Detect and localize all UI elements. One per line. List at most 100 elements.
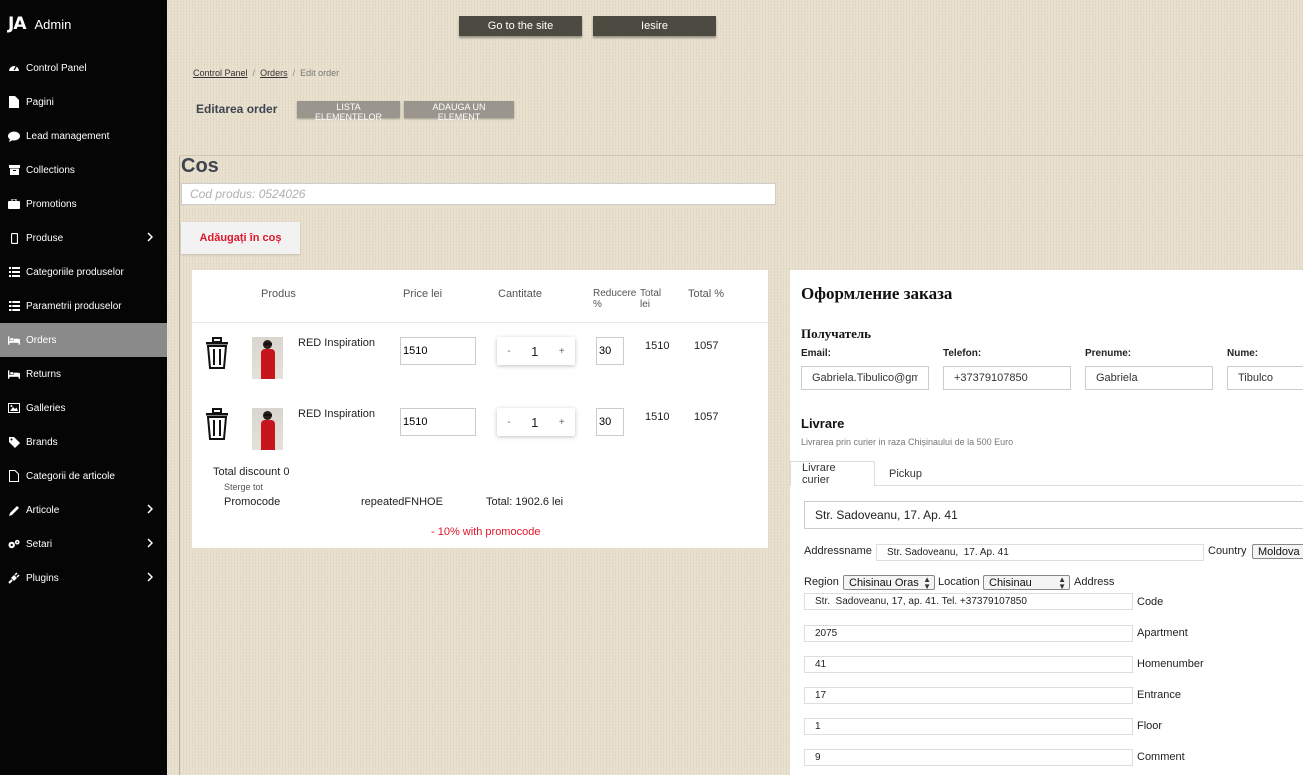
homenumber-label: Homenumber (1137, 658, 1204, 670)
exit-button[interactable]: Iesire (593, 16, 716, 36)
sidebar-item-lead-management[interactable]: Lead management (0, 119, 167, 153)
sidebar-item-brands[interactable]: Brands (0, 425, 167, 459)
sidebar-item-articole[interactable]: Articole (0, 493, 167, 527)
column-header-total-percent: Total % (688, 288, 725, 300)
code-label: Code (1137, 596, 1164, 608)
breadcrumb-separator: / (292, 68, 296, 78)
location-value: Chisinau (989, 576, 1032, 589)
content-divider (180, 155, 1303, 156)
breadcrumb-control-panel[interactable]: Control Panel (193, 68, 248, 78)
sidebar-item-produse[interactable]: Produse (0, 221, 167, 255)
sidebar-item-label: Categoriile produselor (26, 266, 124, 278)
location-select[interactable]: Chisinau ▲ ▼ (983, 575, 1070, 591)
product-name[interactable]: RED Inspiration (298, 408, 375, 420)
cart-row: RED Inspiration - 1 + 1510 1057 (192, 325, 768, 385)
delivery-title: Livrare (801, 416, 845, 431)
code-field[interactable] (804, 625, 1133, 642)
tab-courier-delivery[interactable]: Livrare curier (790, 461, 875, 486)
sidebar-item-label: Lead management (26, 130, 110, 142)
sidebar-item-categoriile-produselor[interactable]: Categoriile produselor (0, 255, 167, 289)
column-header-price: Price lei (403, 288, 443, 300)
quantity-increment-button[interactable]: + (559, 417, 565, 428)
country-label: Country (1208, 545, 1247, 557)
sidebar-item-label: Brands (26, 436, 58, 448)
quantity-value[interactable]: 1 (531, 415, 538, 430)
address-main-field[interactable] (804, 501, 1303, 529)
floor-field[interactable] (804, 749, 1133, 766)
checkout-title: Оформление заказа (801, 284, 953, 303)
archive-icon (8, 164, 20, 176)
entrance-field[interactable] (804, 718, 1133, 735)
row-total: 1510 (645, 340, 670, 352)
sidebar-item-parametrii-produselor[interactable]: Parametrii produselor (0, 289, 167, 323)
breadcrumb-orders[interactable]: Orders (260, 68, 288, 78)
entrance-label: Entrance (1137, 689, 1182, 701)
lastname-field[interactable] (1227, 366, 1303, 390)
comment-label: Comment (1137, 751, 1185, 763)
bed-icon (8, 368, 20, 380)
sidebar-item-label: Collections (26, 164, 75, 176)
tab-pickup[interactable]: Pickup (878, 461, 933, 486)
add-element-button[interactable]: ADAUGA UN ELEMENT (404, 101, 514, 122)
location-label: Location (938, 576, 980, 588)
email-field[interactable] (801, 366, 929, 390)
product-name[interactable]: RED Inspiration (298, 337, 375, 349)
phone-label: Telefon: (943, 348, 982, 359)
product-code-input[interactable] (181, 183, 776, 205)
region-label: Region (804, 576, 839, 588)
breadcrumb-separator: / (252, 68, 256, 78)
select-arrows-icon: ▲ ▼ (1058, 575, 1066, 591)
discount-input[interactable] (596, 337, 624, 365)
column-header-quantity: Cantitate (498, 288, 543, 300)
list-elements-button[interactable]: LISTA ELEMENTELOR (297, 101, 400, 122)
list-icon (8, 266, 20, 278)
addressname-label: Addressname (804, 545, 872, 557)
tag-icon (8, 436, 20, 448)
trash-icon[interactable] (205, 337, 229, 372)
discount-input[interactable] (596, 408, 624, 436)
firstname-field[interactable] (1085, 366, 1213, 390)
chevron-right-icon (147, 232, 154, 245)
region-select[interactable]: Chisinau Oras ▲ ▼ (843, 575, 935, 591)
add-to-cart-button[interactable]: Adăugați în coș (181, 222, 300, 254)
app-title: Admin (34, 16, 72, 32)
sidebar-item-label: Articole (26, 504, 60, 516)
cart-header-divider (192, 322, 768, 323)
sidebar-item-returns[interactable]: Returns (0, 357, 167, 391)
phone-field[interactable] (943, 366, 1071, 390)
promocode-note: - 10% with promocode (431, 526, 541, 538)
price-input[interactable] (400, 408, 476, 436)
address-field[interactable] (804, 593, 1133, 610)
sidebar-item-categorii-de-articole[interactable]: Categorii de articole (0, 459, 167, 493)
quantity-decrement-button[interactable]: - (507, 346, 510, 357)
country-select[interactable]: Moldova (1252, 544, 1303, 559)
sidebar-item-galleries[interactable]: Galleries (0, 391, 167, 425)
sidebar-item-label: Plugins (26, 572, 59, 584)
apartment-field[interactable] (804, 656, 1133, 673)
quantity-increment-button[interactable]: + (559, 346, 565, 357)
sidebar-item-orders[interactable]: Orders (0, 323, 167, 357)
country-value: Moldova (1258, 545, 1300, 558)
homenumber-field[interactable] (804, 687, 1133, 704)
sidebar-nav: Control Panel Pagini Lead management Collec… (0, 51, 167, 595)
clear-all-link[interactable]: Sterge tot (224, 482, 263, 492)
cart-table: Produs Price lei Cantitate Reducere % To… (192, 270, 768, 548)
quantity-decrement-button[interactable]: - (507, 417, 510, 428)
cart-row: RED Inspiration - 1 + 1510 1057 (192, 396, 768, 456)
dashboard-icon (8, 62, 20, 74)
addressname-field[interactable] (876, 544, 1204, 561)
sidebar-item-setari[interactable]: Setari (0, 527, 167, 561)
price-input[interactable] (400, 337, 476, 365)
go-to-site-button[interactable]: Go to the site (459, 16, 582, 36)
sidebar-item-plugins[interactable]: Plugins (0, 561, 167, 595)
app-logo[interactable]: JA Admin (8, 14, 71, 34)
sidebar-item-control-panel[interactable]: Control Panel (0, 51, 167, 85)
sidebar-item-collections[interactable]: Collections (0, 153, 167, 187)
tab-divider (874, 485, 1303, 486)
quantity-value[interactable]: 1 (531, 344, 538, 359)
sidebar-item-pagini[interactable]: Pagini (0, 85, 167, 119)
quantity-stepper: - 1 + (497, 408, 575, 436)
gears-icon (8, 538, 20, 550)
trash-icon[interactable] (205, 408, 229, 443)
sidebar-item-promotions[interactable]: Promotions (0, 187, 167, 221)
